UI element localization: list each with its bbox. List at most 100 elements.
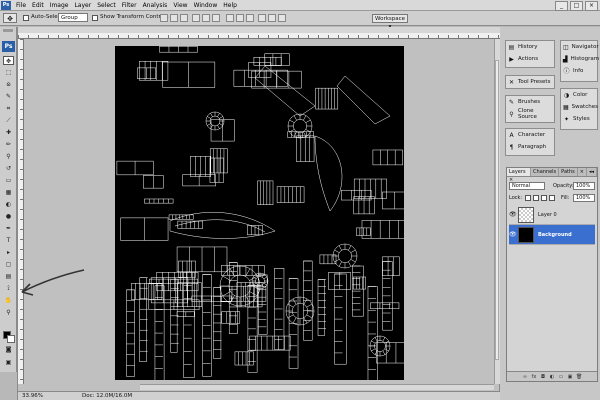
swatches-panel-button[interactable]: ▦ Swatches (561, 101, 598, 113)
actions-panel-button[interactable]: ▶ Actions (506, 53, 554, 65)
styles-panel-button[interactable]: ✦ Styles (561, 113, 597, 125)
crop-tool-icon[interactable]: ⌗ (3, 104, 14, 113)
transform-controls-checkbox[interactable] (92, 15, 98, 21)
opacity-field[interactable]: 100% (573, 182, 595, 190)
pen-tool-icon[interactable]: ✒ (3, 224, 14, 233)
quick-mask-icon[interactable]: ◙ (3, 345, 14, 354)
close-button[interactable]: × (585, 1, 598, 11)
link-layers-icon[interactable]: ∞ (522, 374, 528, 380)
clone-source-panel-button[interactable]: ⚲ Clone Source (506, 108, 554, 120)
align-right-button[interactable] (212, 14, 220, 22)
navigator-panel-button[interactable]: ◫ Navigator (561, 41, 599, 53)
align-left-button[interactable] (192, 14, 200, 22)
histogram-panel-button[interactable]: ▟ Histogram (561, 53, 599, 65)
hand-tool-icon[interactable]: ✋ (3, 296, 14, 305)
history-brush-tool-icon[interactable]: ↺ (3, 164, 14, 173)
menu-layer[interactable]: Layer (71, 2, 94, 9)
visibility-eye-icon[interactable]: 👁 (509, 231, 517, 238)
tab-layers[interactable]: Layers × (507, 168, 532, 183)
blur-tool-icon[interactable]: ◐ (3, 200, 14, 209)
menu-select[interactable]: Select (94, 2, 119, 9)
lock-transparent-icon[interactable] (525, 195, 531, 201)
menu-file[interactable]: File (13, 2, 29, 9)
slice-tool-icon[interactable]: ⟋ (3, 116, 14, 125)
layer-mask-icon[interactable]: ◘ (540, 374, 546, 380)
distribute-top-button[interactable] (226, 14, 234, 22)
align-bottom-button[interactable] (180, 14, 188, 22)
vertical-scroll-thumb[interactable] (495, 60, 499, 360)
tab-paths[interactable]: Paths (559, 168, 578, 176)
new-layer-icon[interactable]: ▣ (567, 374, 573, 380)
info-panel-button[interactable]: ⓘ Info (561, 65, 597, 77)
gradient-tool-icon[interactable]: ▦ (3, 188, 14, 197)
new-group-icon[interactable]: ▭ (558, 374, 564, 380)
tab-channels[interactable]: Channels (531, 168, 560, 176)
type-tool-icon[interactable]: T (3, 236, 14, 245)
paragraph-panel-button[interactable]: ¶ Paragraph (506, 141, 554, 153)
marquee-tool-icon[interactable]: ⬚ (3, 68, 14, 77)
path-select-tool-icon[interactable]: ▸ (3, 248, 14, 257)
color-panel-button[interactable]: ◑ Color (561, 89, 597, 101)
lock-pixels-icon[interactable] (533, 195, 539, 201)
brush-tool-icon[interactable]: ✏ (3, 140, 14, 149)
notes-tool-icon[interactable]: ▤ (3, 272, 14, 281)
lock-all-icon[interactable] (549, 195, 555, 201)
distribute-left-button[interactable] (258, 14, 266, 22)
character-panel-button[interactable]: A Character (506, 129, 554, 141)
menu-filter[interactable]: Filter (119, 2, 140, 9)
align-vcenter-button[interactable] (170, 14, 178, 22)
brushes-panel-button[interactable]: ✎ Brushes (506, 96, 554, 108)
align-hcenter-button[interactable] (202, 14, 210, 22)
shape-tool-icon[interactable]: ▢ (3, 260, 14, 269)
visibility-eye-icon[interactable]: 👁 (509, 211, 517, 218)
dodge-tool-icon[interactable]: ● (3, 212, 14, 221)
workspace-button[interactable]: Workspace ▾ (372, 14, 408, 30)
lock-position-icon[interactable] (541, 195, 547, 201)
distribute-hcenter-button[interactable] (268, 14, 276, 22)
eraser-tool-icon[interactable]: ▭ (3, 176, 14, 185)
menu-edit[interactable]: Edit (29, 2, 47, 9)
document-size-info[interactable]: Doc: 12.0M/16.0M (82, 393, 132, 399)
layer-style-icon[interactable]: fx (531, 374, 537, 380)
delete-layer-icon[interactable]: 🗑 (576, 374, 582, 380)
history-panel-button[interactable]: ▤ History (506, 41, 554, 53)
healing-tool-icon[interactable]: ✚ (3, 128, 14, 137)
photoshop-logo-icon[interactable]: Ps (2, 41, 15, 52)
background-color-swatch[interactable] (7, 335, 15, 343)
zoom-tool-icon[interactable]: ⚲ (3, 308, 14, 317)
quick-select-tool-icon[interactable]: ✎ (3, 92, 14, 101)
document-canvas[interactable] (115, 46, 404, 380)
align-top-button[interactable] (160, 14, 168, 22)
eyedropper-tool-icon[interactable]: ⟟ (3, 284, 14, 293)
maximize-button[interactable]: □ (570, 1, 583, 11)
distribute-bottom-button[interactable] (246, 14, 254, 22)
panel-menu-icon[interactable]: ◂◂ (587, 168, 597, 176)
auto-select-dropdown[interactable]: Group (58, 13, 88, 22)
move-tool-icon[interactable]: ✥ (3, 56, 14, 65)
distribute-vcenter-button[interactable] (236, 14, 244, 22)
stamp-tool-icon[interactable]: ⚲ (3, 152, 14, 161)
tools-panel-grip[interactable] (3, 29, 13, 32)
menu-image[interactable]: Image (47, 2, 72, 9)
blend-mode-dropdown[interactable]: Normal (509, 182, 545, 190)
vertical-ruler[interactable] (18, 39, 24, 384)
menu-analysis[interactable]: Analysis (140, 2, 171, 9)
fill-field[interactable]: 100% (573, 194, 595, 202)
menu-help[interactable]: Help (220, 2, 240, 9)
horizontal-scrollbar[interactable] (140, 384, 494, 390)
horizontal-ruler[interactable] (18, 33, 500, 39)
adjustment-layer-icon[interactable]: ◐ (549, 374, 555, 380)
menu-view[interactable]: View (170, 2, 190, 9)
tool-presets-panel-button[interactable]: ✕ Tool Presets (506, 76, 554, 88)
lasso-tool-icon[interactable]: ɷ (3, 80, 14, 89)
zoom-level-readout[interactable]: 33.96% (22, 393, 43, 399)
auto-select-checkbox[interactable] (23, 15, 29, 21)
screen-mode-icon[interactable]: ▣ (3, 358, 14, 367)
layer-row-background[interactable]: 👁 Background (509, 225, 595, 245)
distribute-right-button[interactable] (278, 14, 286, 22)
move-tool-icon[interactable]: ✥ (3, 13, 17, 23)
menu-window[interactable]: Window (191, 2, 221, 9)
minimize-button[interactable]: _ (555, 1, 568, 11)
close-panel-icon[interactable]: × (578, 168, 587, 176)
layer-row-layer-0[interactable]: 👁 Layer 0 (509, 205, 595, 225)
